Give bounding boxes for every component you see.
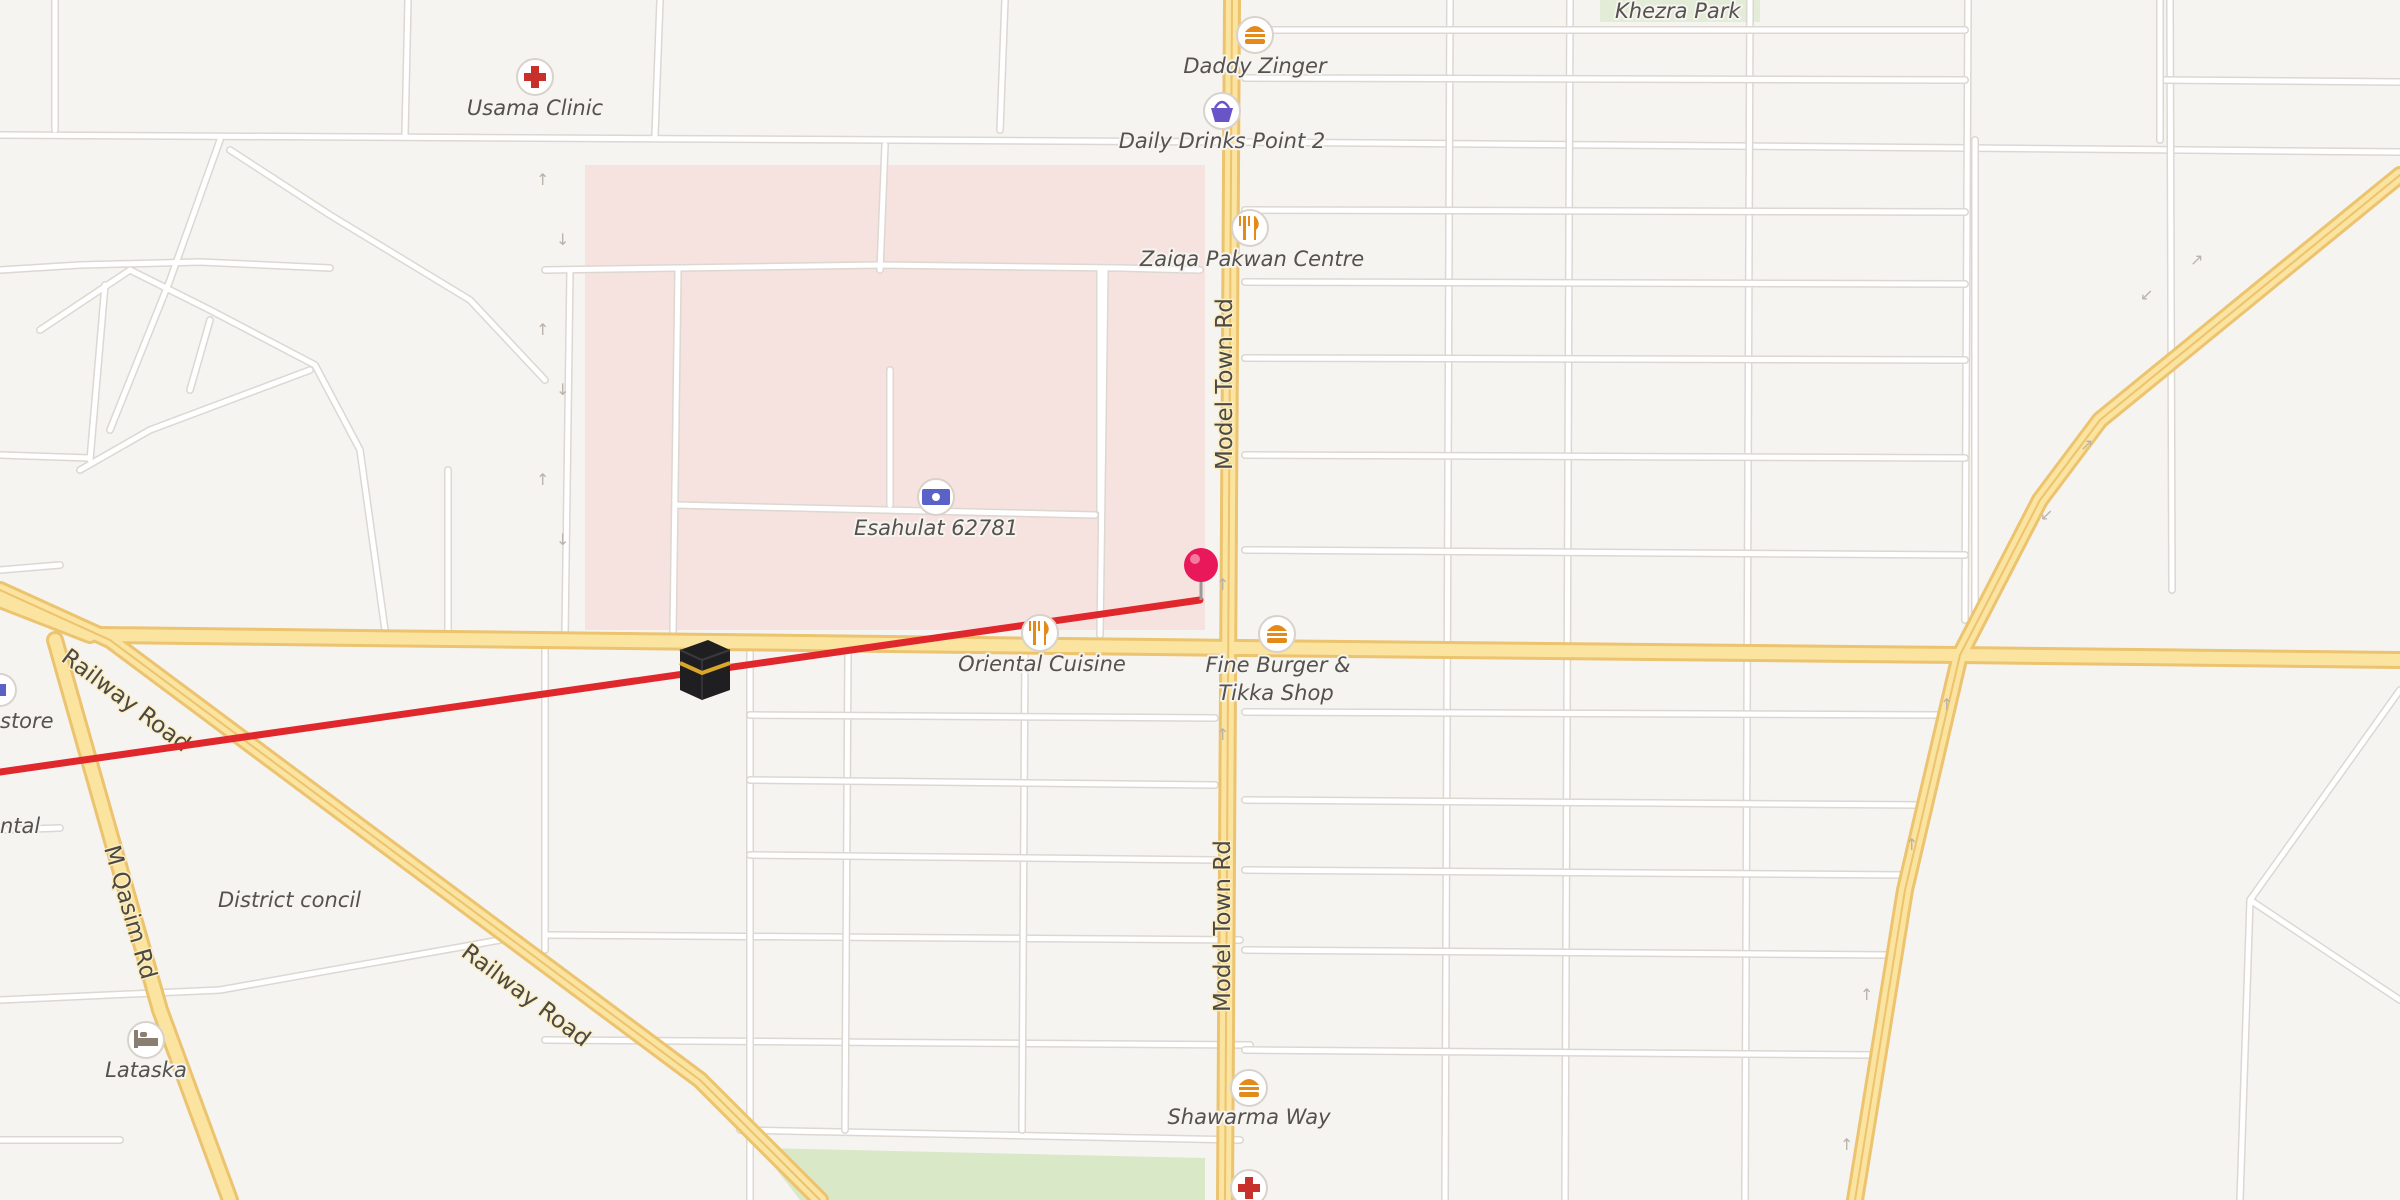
poi-label: Zaiqa Pakwan Centre xyxy=(1139,247,1364,271)
svg-text:↙: ↙ xyxy=(2040,505,2053,524)
svg-text:↑: ↑ xyxy=(1840,1135,1853,1154)
road-label-model-town-rd-south: Model Town Rd xyxy=(1210,840,1236,1012)
svg-text:↑: ↑ xyxy=(1860,985,1873,1004)
kaaba-icon[interactable] xyxy=(679,640,731,700)
poi-label: Oriental Cuisine xyxy=(958,652,1126,676)
svg-text:↓: ↓ xyxy=(556,230,569,249)
svg-text:↑: ↑ xyxy=(1216,575,1229,594)
area-label-district-concil: District concil xyxy=(218,888,361,912)
map-canvas[interactable]: ↑ ↓ ↑ ↓ ↑ ↓ ↑ ↑ ↗ ↙ ↗ ↙ ↑ ↑ ↑ ↑ Model Town Rd Mo… xyxy=(0,0,2400,1200)
svg-text:↗: ↗ xyxy=(2080,435,2093,454)
svg-text:↙: ↙ xyxy=(2140,285,2153,304)
svg-text:↓: ↓ xyxy=(556,530,569,549)
area-label-ntal-partial: ntal xyxy=(0,814,40,838)
road-label-model-town-rd-north: Model Town Rd xyxy=(1212,298,1238,470)
poi-label: Lataska xyxy=(105,1058,187,1082)
svg-text:↑: ↑ xyxy=(536,170,549,189)
svg-text:↑: ↑ xyxy=(536,470,549,489)
svg-text:↑: ↑ xyxy=(1905,835,1918,854)
poi-label: Daily Drinks Point 2 xyxy=(1119,129,1325,153)
poi-label: Esahulat 62781 xyxy=(854,516,1018,540)
svg-text:↓: ↓ xyxy=(556,380,569,399)
banknote-icon xyxy=(922,489,950,505)
poi-partial-bottom[interactable] xyxy=(1230,1169,1268,1200)
svg-text:↑: ↑ xyxy=(1216,725,1229,744)
area-label-khezra-park: Khezra Park xyxy=(1615,0,1741,23)
poi-label: Daddy Zinger xyxy=(1183,54,1328,78)
poi-label: Usama Clinic xyxy=(467,96,604,120)
poi-label: Fine Burger & xyxy=(1205,653,1350,677)
area-label-store-partial: store xyxy=(0,709,54,733)
svg-text:↑: ↑ xyxy=(1940,695,1953,714)
poi-label-line2: Tikka Shop xyxy=(1218,681,1333,705)
svg-text:↗: ↗ xyxy=(2190,250,2203,269)
poi-label: Shawarma Way xyxy=(1167,1105,1331,1129)
svg-text:↑: ↑ xyxy=(536,320,549,339)
